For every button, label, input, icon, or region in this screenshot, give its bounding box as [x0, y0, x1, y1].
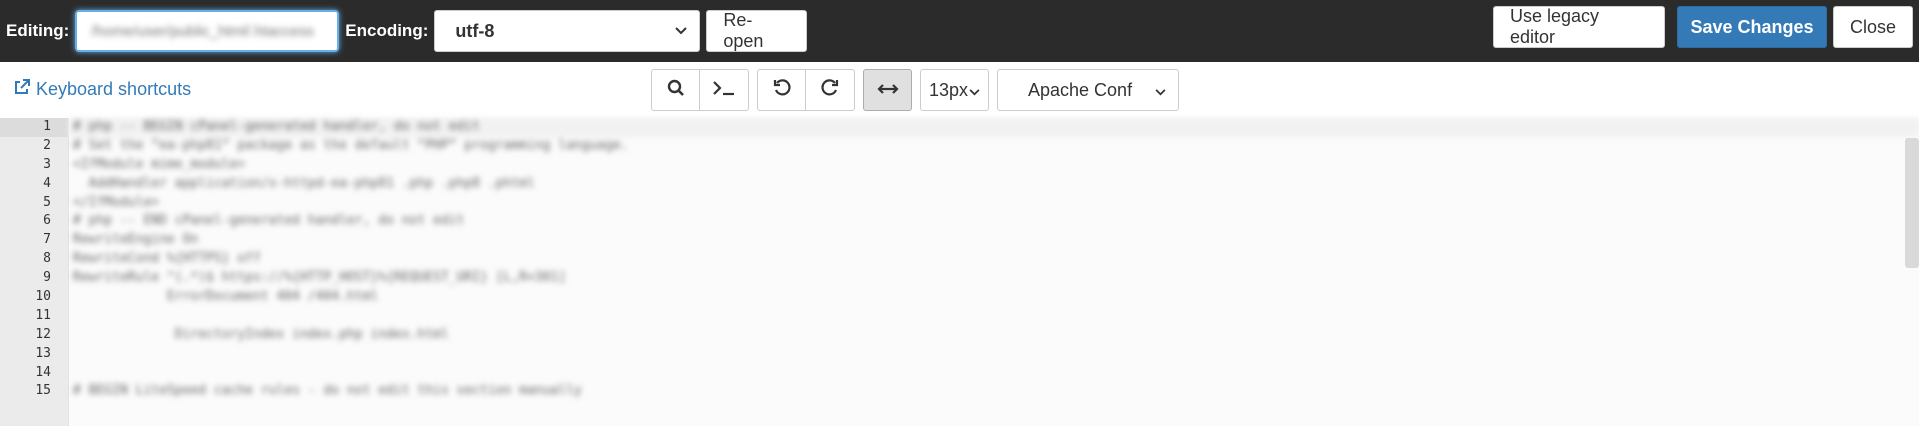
header-actions: Use legacy editor Save Changes Close	[1493, 6, 1913, 48]
code-line[interactable]	[69, 345, 1919, 364]
line-number: 5	[43, 194, 51, 210]
line-number: 11	[35, 307, 51, 323]
font-size-value: 13px	[929, 79, 969, 100]
encoding-select[interactable]: utf-8	[434, 10, 701, 52]
scrollbar-thumb[interactable]	[1905, 138, 1919, 268]
code-line[interactable]: RewriteEngine On	[69, 231, 1919, 250]
code-line[interactable]: # Set the “ea-php81” package as the defa…	[69, 137, 1919, 156]
code-line[interactable]: # php -- END cPanel-generated handler, d…	[69, 212, 1919, 231]
command-button[interactable]	[700, 69, 749, 111]
save-changes-button[interactable]: Save Changes	[1677, 6, 1827, 48]
code-line[interactable]: RewriteRule ^(.*)$ https://%{HTTP_HOST}%…	[69, 269, 1919, 288]
code-line[interactable]: # BEGIN LiteSpeed cache rules - do not e…	[69, 382, 1919, 401]
line-number: 3	[43, 156, 51, 172]
code-line[interactable]: RewriteCond %{HTTPS} off	[69, 250, 1919, 269]
line-number-gutter: 1 2 3 4 5 6 7 8 9 10 11 12 13 14 15	[0, 118, 69, 426]
search-icon	[667, 79, 685, 102]
code-line[interactable]: # php -- BEGIN cPanel-generated handler,…	[69, 118, 1919, 137]
line-number: 12	[35, 326, 51, 342]
code-area[interactable]: # php -- BEGIN cPanel-generated handler,…	[69, 118, 1919, 426]
line-number: 1	[0, 118, 68, 137]
keyboard-shortcuts-label: Keyboard shortcuts	[36, 79, 192, 99]
code-editor[interactable]: 1 2 3 4 5 6 7 8 9 10 11 12 13 14 15 # php -- BEGIN cPa…	[0, 118, 1919, 426]
code-line[interactable]	[69, 364, 1919, 383]
line-number: 9	[43, 270, 51, 286]
editor-toolbar: Keyboard shortcuts 13px Apache Conf	[0, 62, 1919, 118]
wrap-toggle-button[interactable]	[863, 69, 912, 111]
redo-button[interactable]	[806, 69, 855, 111]
syntax-mode-value: Apache Conf	[1028, 79, 1133, 100]
editor-header: Editing: /home/user/public_html/.htacces…	[0, 0, 1919, 62]
toolbar-buttons: 13px Apache Conf	[651, 69, 1179, 111]
reopen-button[interactable]: Re-open	[706, 10, 808, 52]
line-number: 6	[43, 213, 51, 229]
line-number: 8	[43, 251, 51, 267]
arrows-horizontal-icon	[876, 80, 899, 101]
code-line[interactable]: </IfModule>	[69, 194, 1919, 213]
line-number: 13	[35, 345, 51, 361]
undo-icon	[773, 78, 791, 102]
encoding-label: Encoding:	[345, 21, 429, 40]
file-path-input[interactable]: /home/user/public_html/.htaccess	[75, 10, 340, 52]
external-link-icon	[14, 79, 30, 100]
line-number: 15	[35, 383, 51, 399]
code-line[interactable]: ErrorDocument 404 /404.html	[69, 288, 1919, 307]
line-number: 14	[35, 364, 51, 380]
keyboard-shortcuts-link[interactable]: Keyboard shortcuts	[14, 79, 191, 100]
file-path-value: /home/user/public_html/.htaccess	[91, 22, 314, 40]
redo-icon	[821, 78, 839, 102]
line-number: 10	[35, 289, 51, 305]
code-line[interactable]	[69, 307, 1919, 326]
chevron-down-icon	[969, 80, 980, 101]
code-line[interactable]: AddHandler application/x-httpd-ea-php81 …	[69, 175, 1919, 194]
search-button[interactable]	[651, 69, 700, 111]
font-size-select[interactable]: 13px	[920, 69, 989, 111]
chevron-down-icon	[1155, 80, 1166, 101]
code-line[interactable]: <IfModule mime_module>	[69, 156, 1919, 175]
line-number: 7	[43, 232, 51, 248]
line-number: 2	[43, 137, 51, 153]
chevron-down-icon	[675, 24, 688, 38]
encoding-value: utf-8	[455, 20, 495, 41]
legacy-editor-button[interactable]: Use legacy editor	[1493, 6, 1665, 48]
code-line[interactable]: DirectoryIndex index.php index.html	[69, 326, 1919, 345]
editing-label: Editing:	[6, 21, 70, 40]
line-number: 4	[43, 175, 51, 191]
undo-button[interactable]	[757, 69, 806, 111]
syntax-mode-select[interactable]: Apache Conf	[997, 69, 1179, 111]
close-button[interactable]: Close	[1833, 6, 1913, 48]
terminal-icon	[712, 80, 736, 101]
